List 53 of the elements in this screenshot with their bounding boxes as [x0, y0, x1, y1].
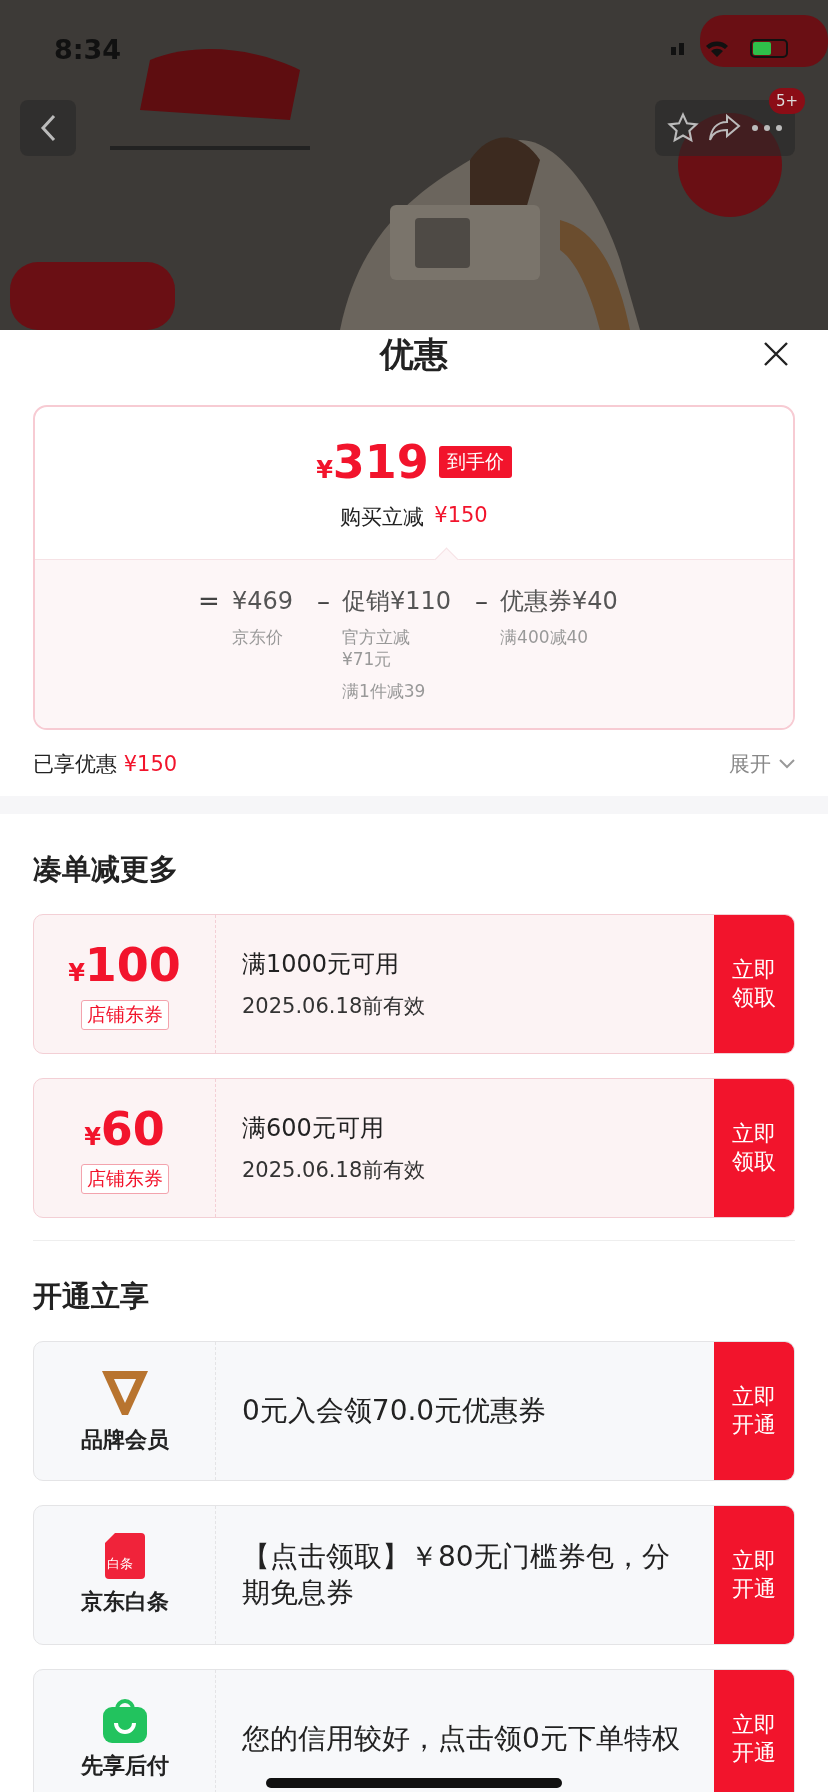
coupon-tag: 店铺东券: [80, 1164, 169, 1194]
breakdown-note: 官方立减 ¥71元: [342, 626, 411, 670]
document-icon: [104, 1533, 145, 1579]
breakdown-note: 满1件减39: [342, 680, 427, 702]
back-icon: [40, 114, 56, 142]
currency-sign: ¥: [316, 456, 333, 484]
saving-label: 购买立减: [340, 504, 425, 531]
benefit-name: 先享后付: [80, 1752, 169, 1780]
benefit-description: 0元入会领70.0元优惠券: [242, 1393, 548, 1429]
activate-button[interactable]: 立即开通: [714, 1342, 794, 1480]
coupon-tag: 店铺东券: [80, 1000, 169, 1030]
claim-button[interactable]: 立即领取: [714, 1079, 794, 1217]
icon-label: 白条: [106, 1555, 133, 1573]
sheet-title: 优惠: [380, 333, 448, 376]
breakdown-note: 京东价: [231, 626, 284, 648]
saving-amount: ¥150: [434, 503, 488, 529]
breakdown-amount: 优惠券¥40: [500, 586, 618, 616]
shopping-bag-icon: [102, 1697, 147, 1743]
operator-sign: =: [198, 586, 220, 618]
coupon-validity: 2025.06.18前有效: [242, 1157, 427, 1184]
battery-icon: [750, 39, 788, 59]
benefit-description: 您的信用较好，点击领0元下单特权: [242, 1721, 681, 1757]
coupon-amount: 60: [100, 1102, 165, 1156]
coupon-amount: 100: [84, 938, 181, 992]
back-button[interactable]: [20, 100, 76, 156]
activate-button[interactable]: 立即开通: [714, 1506, 794, 1644]
wifi-icon: [706, 41, 728, 57]
more-icon[interactable]: [751, 124, 783, 132]
breakdown-amount: 促销¥110: [342, 586, 452, 616]
expand-button[interactable]: 展开: [729, 750, 795, 778]
chevron-down-icon: [779, 759, 795, 769]
currency-sign: ¥: [68, 959, 85, 987]
currency-sign: ¥: [84, 1123, 101, 1151]
claim-button[interactable]: 立即领取: [714, 915, 794, 1053]
section-title: 开通立享: [33, 1278, 150, 1315]
close-icon: [763, 340, 789, 367]
price-tag: 到手价: [438, 446, 512, 478]
star-icon[interactable]: [667, 112, 699, 144]
coupon-condition: 满1000元可用: [242, 949, 401, 980]
benefit-description: 【点击领取】￥80无门槛券包，分期免息券: [242, 1539, 671, 1611]
final-price: 319: [332, 435, 429, 489]
coupon-validity: 2025.06.18前有效: [242, 993, 427, 1020]
operator-sign: –: [317, 586, 330, 618]
coupon-condition: 满600元可用: [242, 1113, 385, 1144]
breakdown-note: 满400减40: [500, 626, 590, 648]
activate-button[interactable]: 立即开通: [714, 1670, 794, 1792]
enjoyed-discount: 已享优惠 ¥150: [33, 751, 178, 778]
operator-sign: –: [475, 586, 489, 618]
signal-icon: [671, 43, 684, 55]
benefit-name: 京东白条: [80, 1588, 169, 1616]
section-title: 凑单减更多: [33, 851, 179, 888]
benefit-name: 品牌会员: [80, 1426, 169, 1454]
breakdown-amount: ¥469: [231, 586, 293, 616]
